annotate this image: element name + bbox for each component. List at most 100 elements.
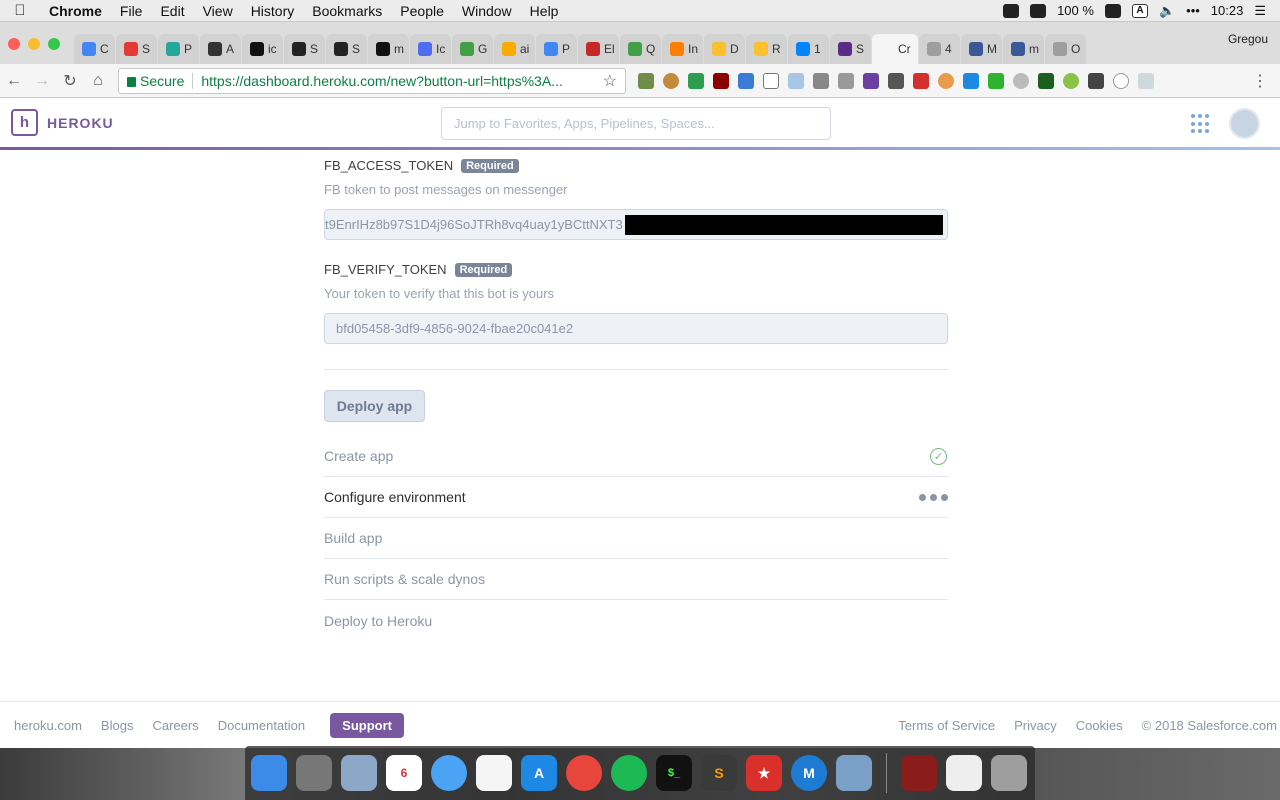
url-text[interactable]: https://dashboard.heroku.com/new?button-… [201, 73, 598, 89]
browser-tab[interactable]: ic [242, 34, 283, 64]
cloud-extension-icon[interactable] [763, 72, 779, 89]
reload-icon[interactable]: ↻ [56, 71, 84, 91]
timer-extension-icon[interactable] [1038, 72, 1054, 89]
system-preferences-icon[interactable] [296, 755, 332, 791]
apps-grid-icon[interactable] [1191, 114, 1211, 134]
browser-tab[interactable]: Ic [410, 34, 451, 64]
docker-icon[interactable] [1030, 3, 1047, 18]
nodejs-extension-icon[interactable] [1063, 72, 1079, 89]
shield-extension-icon[interactable] [1013, 72, 1029, 89]
markdown-icon[interactable]: M [791, 755, 827, 791]
more-status-icon[interactable]: ••• [1186, 3, 1200, 18]
finder-icon[interactable] [251, 755, 287, 791]
battery-percent[interactable]: 100 % [1057, 3, 1094, 18]
browser-tab[interactable]: M [961, 34, 1002, 64]
h-extension-icon[interactable] [988, 72, 1004, 89]
address-bar[interactable]: Secure https://dashboard.heroku.com/new?… [118, 67, 626, 94]
fb-verify-token-field[interactable]: bfd05458-3df9-4856-9024-fbae20c041e2 [324, 313, 948, 344]
browser-tab[interactable]: O [1045, 34, 1086, 64]
browser-tab[interactable]: D [704, 34, 745, 64]
browser-tab[interactable]: Cr [872, 34, 918, 64]
browser-tab[interactable]: P [536, 34, 577, 64]
lock-extension-icon[interactable] [688, 72, 704, 89]
terminal-icon[interactable]: $_ [656, 755, 692, 791]
spotify-icon[interactable] [611, 755, 647, 791]
footer-link-heroku[interactable]: heroku.com [14, 718, 82, 733]
heroku-brand[interactable]: HEROKU [47, 115, 114, 131]
back-arrow-icon[interactable]: ← [0, 72, 28, 90]
p-extension-icon[interactable] [888, 72, 904, 89]
browser-tab[interactable]: G [452, 34, 493, 64]
skype-extension-icon[interactable] [738, 72, 754, 89]
json-extension-icon[interactable] [1113, 72, 1129, 89]
browser-tab[interactable]: A [200, 34, 241, 64]
home-icon[interactable]: ⌂ [84, 72, 112, 90]
app-store-icon[interactable]: A [521, 755, 557, 791]
image-extension-icon[interactable] [788, 72, 804, 89]
stack-extension-icon[interactable] [963, 72, 979, 89]
clock[interactable]: 10:23 [1211, 3, 1244, 18]
sublime-text-icon[interactable]: S [701, 755, 737, 791]
ublock-extension-icon[interactable] [713, 72, 729, 89]
messages-icon[interactable] [431, 755, 467, 791]
battery-icon[interactable] [1104, 3, 1121, 18]
browser-tab[interactable]: C [74, 34, 115, 64]
footer-link-privacy[interactable]: Privacy [1014, 718, 1057, 733]
browser-tab[interactable]: S [326, 34, 367, 64]
secure-indicator[interactable]: Secure [127, 73, 184, 89]
heroku-logo-icon[interactable]: h [11, 109, 38, 136]
bookmark-star-icon[interactable]: ☆ [603, 71, 617, 91]
acrobat-icon[interactable] [901, 755, 937, 791]
zoom-window-button[interactable] [48, 38, 60, 50]
pdf-document-icon[interactable] [946, 755, 982, 791]
camera-extension-icon[interactable] [813, 72, 829, 89]
search-input[interactable] [441, 107, 831, 140]
footer-link-documentation[interactable]: Documentation [218, 718, 305, 733]
browser-tab[interactable]: Q [620, 34, 661, 64]
support-button[interactable]: Support [330, 712, 404, 738]
fb-access-token-field[interactable]: t9EnrIHz8b97S1D4j96SoJTRh8vq4uay1yBCttNX… [324, 209, 948, 240]
notification-center-icon[interactable]: ☰ [1254, 3, 1266, 19]
recycle-extension-icon[interactable] [638, 72, 654, 89]
menu-bookmarks[interactable]: Bookmarks [303, 3, 391, 19]
browser-tab[interactable]: S [116, 34, 157, 64]
menu-help[interactable]: Help [521, 3, 568, 19]
close-window-button[interactable] [8, 38, 20, 50]
browser-tab[interactable]: R [746, 34, 787, 64]
s-extension-icon[interactable] [863, 72, 879, 89]
browser-tab[interactable]: El [578, 34, 619, 64]
avatar[interactable] [1229, 108, 1260, 139]
minimize-window-button[interactable] [28, 38, 40, 50]
calendar-icon[interactable]: 6 [386, 755, 422, 791]
menu-window[interactable]: Window [453, 3, 521, 19]
volume-icon[interactable]: 🔈 [1159, 3, 1175, 19]
menu-view[interactable]: View [194, 3, 242, 19]
footer-link-cookies[interactable]: Cookies [1076, 718, 1123, 733]
forward-arrow-icon[interactable]: → [28, 72, 56, 90]
launchpad-icon[interactable] [341, 755, 377, 791]
wunderlist-icon[interactable]: ★ [746, 755, 782, 791]
arrow-extension-icon[interactable] [913, 72, 929, 89]
deploy-app-button[interactable]: Deploy app [324, 390, 425, 422]
chrome-menu-icon[interactable]: ⋮ [1252, 71, 1280, 91]
pocket-extension-icon[interactable] [1088, 72, 1104, 89]
menu-people[interactable]: People [391, 3, 453, 19]
browser-tab[interactable]: 1 [788, 34, 829, 64]
browser-tab[interactable]: ai [494, 34, 535, 64]
cat-extension-icon[interactable] [938, 72, 954, 89]
mm-extension-icon[interactable] [1138, 72, 1154, 89]
apple-menu-icon[interactable]:  [0, 2, 40, 19]
menu-app-name[interactable]: Chrome [40, 3, 111, 19]
footer-link-terms[interactable]: Terms of Service [898, 718, 995, 733]
reminders-icon[interactable] [476, 755, 512, 791]
chrome-icon[interactable] [566, 755, 602, 791]
browser-tab[interactable]: In [662, 34, 703, 64]
profile-name[interactable]: Gregou [1220, 32, 1280, 54]
cookie-extension-icon[interactable] [663, 72, 679, 89]
headphones-icon[interactable] [1003, 3, 1020, 18]
table-extension-icon[interactable] [838, 72, 854, 89]
browser-tab[interactable]: m [1003, 34, 1044, 64]
menu-file[interactable]: File [111, 3, 152, 19]
browser-tab[interactable]: m [368, 34, 409, 64]
browser-tab[interactable]: S [830, 34, 871, 64]
